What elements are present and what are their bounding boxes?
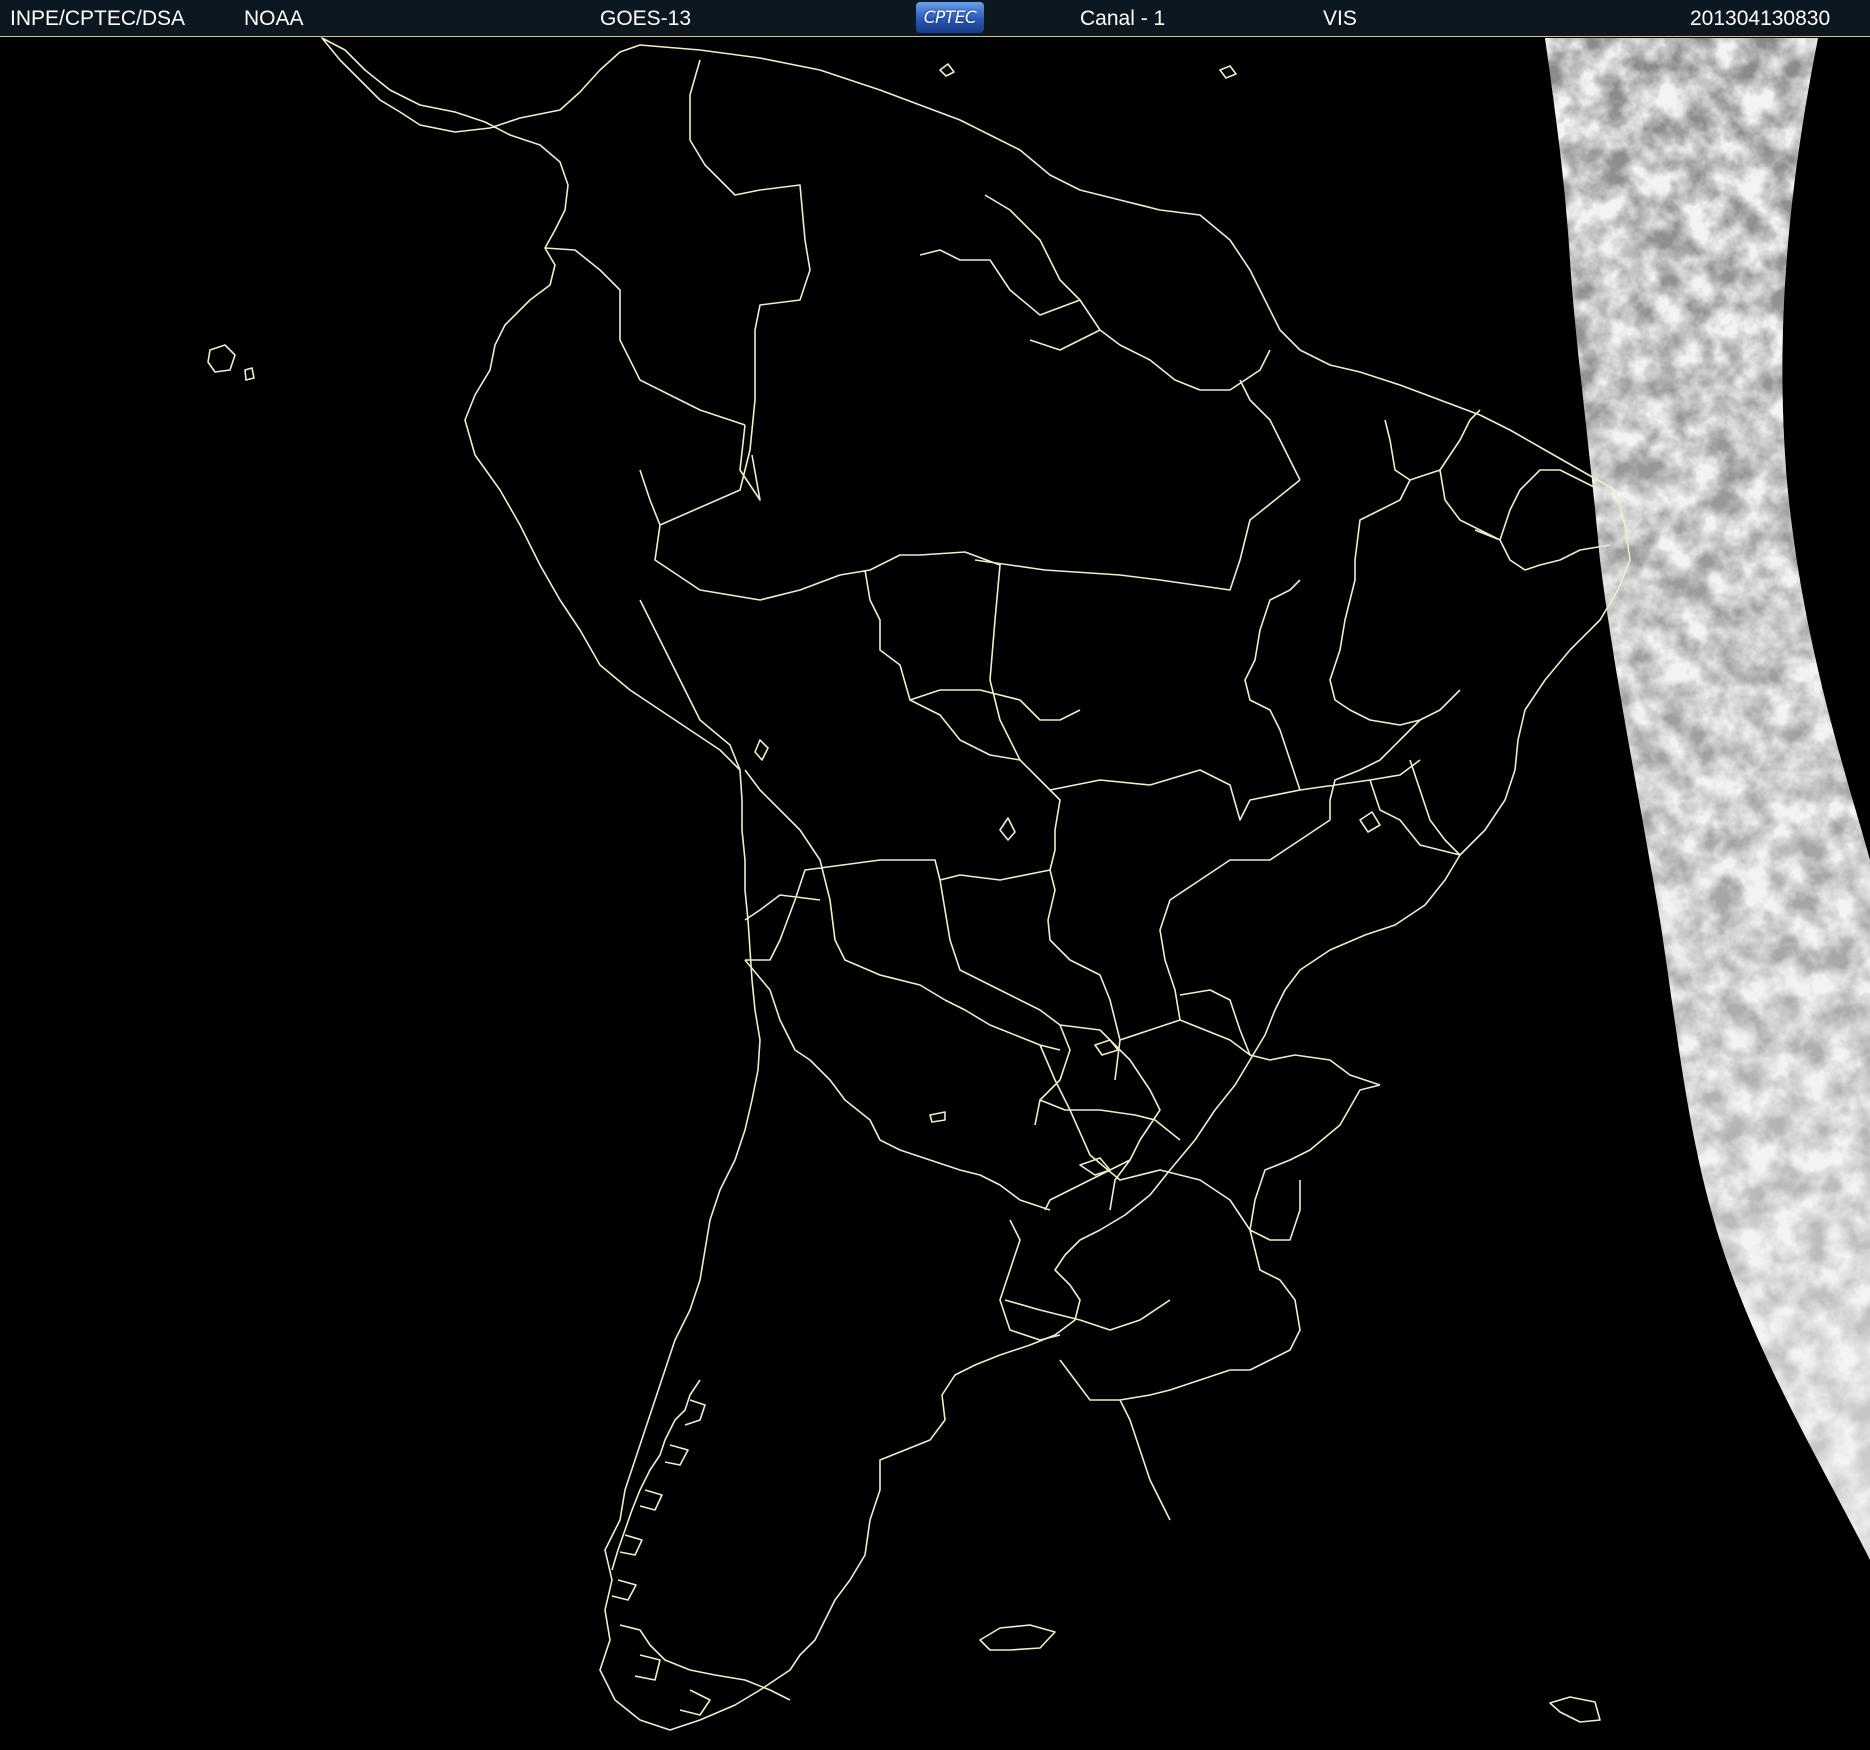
satellite-label: GOES-13 <box>600 7 692 30</box>
organization-label: INPE/CPTEC/DSA <box>10 7 186 30</box>
satellite-map <box>0 37 1870 1750</box>
timestamp-label: 201304130830 <box>1690 7 1831 30</box>
channel-label: Canal - 1 <box>1080 7 1166 30</box>
cptec-logo: CPTEC <box>916 2 984 33</box>
header-bar: INPE/CPTEC/DSA NOAA GOES-13 CPTEC Canal … <box>0 0 1870 37</box>
band-label: VIS <box>1323 7 1357 30</box>
logo-text: CPTEC <box>923 7 977 28</box>
agency-label: NOAA <box>244 7 304 30</box>
